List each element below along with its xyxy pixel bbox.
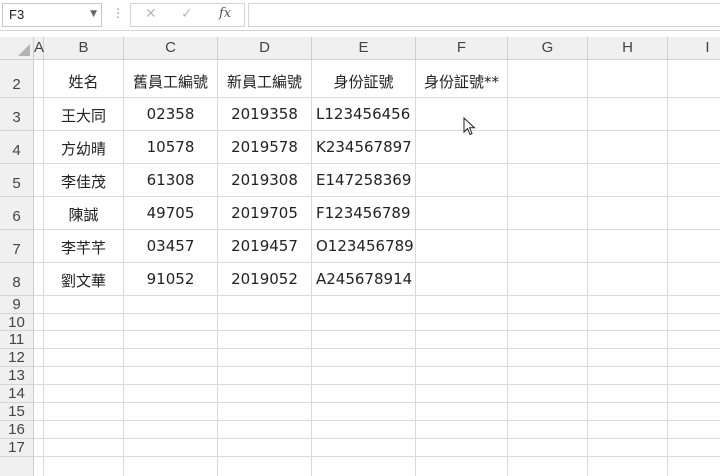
chevron-down-icon[interactable]: ▼ <box>90 9 97 19</box>
gridline <box>34 295 720 296</box>
insert-function-icon[interactable]: fx <box>219 6 231 21</box>
column-header-b[interactable]: B <box>44 37 124 59</box>
header-cell-new-id[interactable]: 新員工編號 <box>218 71 311 92</box>
gridline <box>34 196 720 197</box>
gridline <box>34 366 720 367</box>
gridline <box>415 60 416 476</box>
gridline <box>34 330 720 331</box>
table-cell[interactable]: K234567897 <box>312 138 415 156</box>
gridline <box>34 313 720 314</box>
gridline <box>34 229 720 230</box>
column-header-g[interactable]: G <box>508 37 588 59</box>
gridline <box>667 60 668 476</box>
table-cell[interactable]: 李芊芊 <box>44 237 123 258</box>
row-header-15[interactable]: 15 <box>0 403 33 421</box>
table-cell[interactable]: O123456789 <box>312 237 415 255</box>
header-cell-old-id[interactable]: 舊員工編號 <box>124 71 217 92</box>
header-cell-id-number[interactable]: 身份証號 <box>312 71 415 92</box>
table-cell[interactable]: A245678914 <box>312 270 415 288</box>
gridline <box>34 163 720 164</box>
table-cell[interactable]: 方幼晴 <box>44 138 123 159</box>
gridline <box>34 384 720 385</box>
row-header-13[interactable]: 13 <box>0 367 33 385</box>
row-header-11[interactable]: 11 <box>0 331 33 349</box>
table-cell[interactable]: 2019358 <box>218 105 311 123</box>
table-cell[interactable]: 王大同 <box>44 105 123 126</box>
table-cell[interactable]: 2019052 <box>218 270 311 288</box>
table-cell[interactable]: L123456456 <box>312 105 415 123</box>
column-header-f[interactable]: F <box>416 37 508 59</box>
table-cell[interactable]: 02358 <box>124 105 217 123</box>
gridline <box>34 456 720 457</box>
row-header-10[interactable]: 10 <box>0 314 33 331</box>
row-header-16[interactable]: 16 <box>0 421 33 439</box>
table-cell[interactable]: 李佳茂 <box>44 171 123 192</box>
row-header-5[interactable]: 5 <box>0 164 33 197</box>
select-all-triangle-icon <box>18 44 30 56</box>
table-cell[interactable]: 2019578 <box>218 138 311 156</box>
column-header-a[interactable]: A <box>34 37 44 59</box>
select-all-button[interactable] <box>0 37 34 59</box>
header-cell-id-masked[interactable]: 身份証號** <box>416 71 507 92</box>
row-header-4[interactable]: 4 <box>0 131 33 164</box>
table-cell[interactable]: 49705 <box>124 204 217 222</box>
table-cell[interactable]: 61308 <box>124 171 217 189</box>
gridline <box>34 420 720 421</box>
table-cell[interactable]: 2019705 <box>218 204 311 222</box>
table-cell[interactable]: 2019457 <box>218 237 311 255</box>
row-header-8[interactable]: 8 <box>0 263 33 296</box>
name-box[interactable]: F3 ▼ <box>2 3 102 27</box>
gridline <box>34 348 720 349</box>
enter-icon[interactable]: ✓ <box>181 6 193 22</box>
formula-buttons: ✕ ✓ fx <box>130 3 245 27</box>
table-cell[interactable]: 03457 <box>124 237 217 255</box>
row-header-3[interactable]: 3 <box>0 98 33 131</box>
column-header-d[interactable]: D <box>218 37 312 59</box>
column-header-h[interactable]: H <box>588 37 668 59</box>
column-header-i[interactable]: I <box>668 37 720 59</box>
cancel-icon[interactable]: ✕ <box>145 6 157 22</box>
header-cell-name[interactable]: 姓名 <box>44 71 123 92</box>
gridline <box>587 60 588 476</box>
name-box-value: F3 <box>9 7 25 22</box>
row-header-17[interactable]: 17 <box>0 439 33 457</box>
more-options-icon[interactable]: ⋮ <box>112 6 124 20</box>
row-header-14[interactable]: 14 <box>0 385 33 403</box>
table-cell[interactable]: 91052 <box>124 270 217 288</box>
formula-bar: F3 ▼ ⋮ ✕ ✓ fx <box>0 0 720 31</box>
gridline <box>34 438 720 439</box>
column-headers: A B C D E F G H I <box>0 37 720 60</box>
formula-input[interactable] <box>248 3 720 27</box>
gridline <box>507 60 508 476</box>
table-cell[interactable]: E147258369 <box>312 171 415 189</box>
column-header-c[interactable]: C <box>124 37 218 59</box>
worksheet-grid[interactable]: 姓名 舊員工編號 新員工編號 身份証號 身份証號** 王大同 02358 201… <box>34 60 720 476</box>
column-header-e[interactable]: E <box>312 37 416 59</box>
table-cell[interactable]: 10578 <box>124 138 217 156</box>
table-cell[interactable]: 陳誠 <box>44 204 123 225</box>
row-header-7[interactable]: 7 <box>0 230 33 263</box>
table-cell[interactable]: 劉文華 <box>44 270 123 291</box>
gridline <box>34 130 720 131</box>
row-header-6[interactable]: 6 <box>0 197 33 230</box>
gridline <box>34 262 720 263</box>
gridline <box>34 402 720 403</box>
row-headers: 2 3 4 5 6 7 8 9 10 11 12 13 14 15 16 17 <box>0 60 34 476</box>
mouse-pointer-icon <box>463 117 476 136</box>
table-cell[interactable]: F123456789 <box>312 204 415 222</box>
row-header-2[interactable]: 2 <box>0 60 33 98</box>
row-header-12[interactable]: 12 <box>0 349 33 367</box>
gridline <box>34 97 720 98</box>
row-header-9[interactable]: 9 <box>0 296 33 314</box>
table-cell[interactable]: 2019308 <box>218 171 311 189</box>
